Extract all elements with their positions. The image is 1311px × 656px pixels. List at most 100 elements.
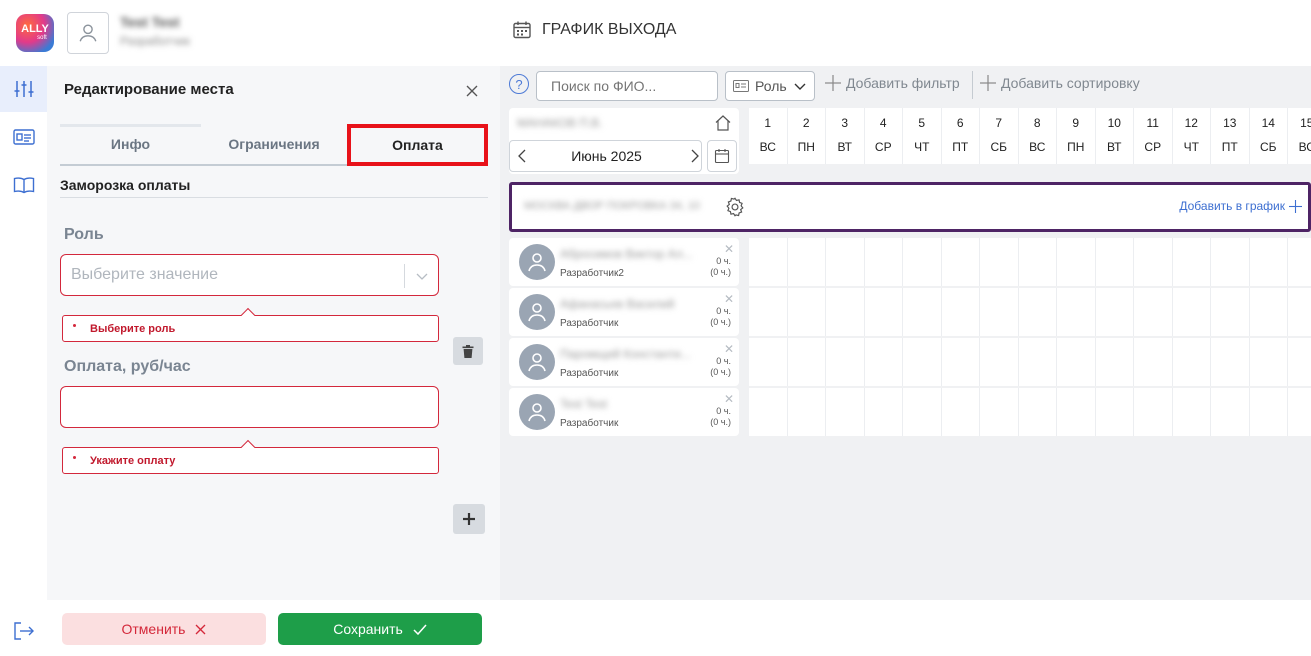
schedule-cell[interactable]: [1134, 338, 1173, 386]
schedule-cell[interactable]: [980, 238, 1019, 286]
schedule-cell[interactable]: [941, 238, 980, 286]
user-avatar[interactable]: [67, 12, 109, 54]
schedule-cell[interactable]: [941, 388, 980, 436]
schedule-cell[interactable]: [1057, 238, 1096, 286]
nav-docs[interactable]: [0, 162, 47, 208]
schedule-cell[interactable]: [980, 338, 1019, 386]
panel-close-button[interactable]: [461, 80, 483, 102]
schedule-cell[interactable]: [1211, 388, 1250, 436]
schedule-cell[interactable]: [1018, 388, 1057, 436]
schedule-cell[interactable]: [1057, 288, 1096, 336]
schedule-cell[interactable]: [749, 288, 788, 336]
schedule-cell[interactable]: [1288, 338, 1311, 386]
save-button[interactable]: Сохранить: [278, 613, 482, 645]
schedule-cell[interactable]: [826, 288, 865, 336]
schedule-cell[interactable]: [1172, 238, 1211, 286]
schedule-cell[interactable]: [749, 388, 788, 436]
id-badge-icon: [733, 80, 749, 92]
schedule-cell[interactable]: [1249, 238, 1288, 286]
schedule-cell[interactable]: [941, 338, 980, 386]
schedule-cell[interactable]: [1057, 388, 1096, 436]
role-select[interactable]: Выберите значение: [60, 254, 439, 296]
nav-settings[interactable]: [0, 66, 47, 112]
employee-card[interactable]: Test Test Разработчик ✕ 0 ч. (0 ч.): [509, 388, 739, 436]
schedule-cell[interactable]: [864, 338, 903, 386]
schedule-cell[interactable]: [1018, 238, 1057, 286]
schedule-cell[interactable]: [1057, 338, 1096, 386]
schedule-cell[interactable]: [864, 388, 903, 436]
schedule-cell[interactable]: [1172, 288, 1211, 336]
schedule-cell[interactable]: [1134, 388, 1173, 436]
schedule-cell[interactable]: [1211, 288, 1250, 336]
add-sort-button[interactable]: Добавить сортировку: [980, 75, 1140, 91]
tab-info[interactable]: Инфо: [60, 124, 201, 166]
remove-employee-icon[interactable]: ✕: [724, 392, 734, 406]
schedule-cell[interactable]: [1288, 388, 1311, 436]
remove-employee-icon[interactable]: ✕: [724, 342, 734, 356]
schedule-cell[interactable]: [1095, 288, 1134, 336]
tab-restrictions[interactable]: Ограничения: [201, 124, 347, 166]
schedule-cell[interactable]: [787, 238, 826, 286]
schedule-cell[interactable]: [749, 338, 788, 386]
schedule-cell[interactable]: [826, 238, 865, 286]
schedule-cell[interactable]: [787, 338, 826, 386]
employee-hours-planned: (0 ч.): [710, 267, 731, 277]
schedule-cell[interactable]: [1134, 288, 1173, 336]
schedule-cell[interactable]: [1134, 238, 1173, 286]
remove-employee-icon[interactable]: ✕: [724, 242, 734, 256]
schedule-cell[interactable]: [1249, 388, 1288, 436]
schedule-cell[interactable]: [1288, 238, 1311, 286]
schedule-cell[interactable]: [980, 388, 1019, 436]
employee-card[interactable]: Абросимов Виктор Ал... Разработчик2 ✕ 0 ч.(…: [509, 238, 739, 286]
schedule-cell[interactable]: [749, 238, 788, 286]
chevron-right-icon[interactable]: [686, 148, 702, 164]
add-filter-button[interactable]: Добавить фильтр: [825, 75, 960, 91]
schedule-cell[interactable]: [1172, 338, 1211, 386]
schedule-cell[interactable]: [864, 288, 903, 336]
nav-schedule[interactable]: [0, 114, 47, 160]
day-column-header: 15 ВС: [1288, 108, 1311, 164]
home-icon[interactable]: [714, 114, 732, 132]
schedule-cell[interactable]: [864, 238, 903, 286]
employee-hours-planned: (0 ч.): [710, 417, 731, 427]
schedule-cell[interactable]: [826, 338, 865, 386]
role-filter-button[interactable]: Роль: [725, 71, 815, 101]
day-column-header: 9 ПН: [1057, 108, 1096, 164]
app-logo[interactable]: ALLY soft: [16, 14, 54, 52]
search-input[interactable]: [536, 71, 718, 101]
delete-button[interactable]: [453, 337, 483, 365]
cancel-button[interactable]: Отменить: [62, 613, 266, 645]
schedule-cell[interactable]: [787, 288, 826, 336]
schedule-cell[interactable]: [903, 288, 942, 336]
schedule-cell[interactable]: [787, 388, 826, 436]
schedule-cell[interactable]: [1172, 388, 1211, 436]
employee-card[interactable]: Афанасьев Василий Разработчик ✕ 0 ч. (0 ч.): [509, 288, 739, 336]
schedule-cell[interactable]: [1018, 288, 1057, 336]
schedule-cell[interactable]: [1249, 288, 1288, 336]
schedule-cell[interactable]: [1211, 238, 1250, 286]
chevron-down-icon: [416, 273, 428, 280]
calendar-button[interactable]: [707, 140, 737, 172]
schedule-cell[interactable]: [1018, 338, 1057, 386]
schedule-cell[interactable]: [826, 388, 865, 436]
schedule-cell[interactable]: [1288, 288, 1311, 336]
schedule-cell[interactable]: [1095, 238, 1134, 286]
add-to-schedule-button[interactable]: Добавить в график: [1179, 199, 1302, 213]
schedule-cell[interactable]: [1095, 338, 1134, 386]
schedule-cell[interactable]: [980, 288, 1019, 336]
remove-employee-icon[interactable]: ✕: [724, 292, 734, 306]
help-button[interactable]: ?: [509, 74, 529, 94]
schedule-cell[interactable]: [1249, 338, 1288, 386]
schedule-cell[interactable]: [903, 238, 942, 286]
tab-payment[interactable]: Оплата: [347, 124, 488, 166]
schedule-cell[interactable]: [1211, 338, 1250, 386]
pay-input[interactable]: [60, 386, 439, 428]
gear-icon[interactable]: [724, 196, 746, 218]
schedule-cell[interactable]: [1095, 388, 1134, 436]
employee-card[interactable]: Паромщий Константи... Разработчик ✕ 0 ч. (0 …: [509, 338, 739, 386]
schedule-cell[interactable]: [903, 338, 942, 386]
nav-logout[interactable]: [0, 608, 47, 654]
schedule-cell[interactable]: [903, 388, 942, 436]
schedule-cell[interactable]: [941, 288, 980, 336]
add-button[interactable]: [453, 504, 485, 534]
